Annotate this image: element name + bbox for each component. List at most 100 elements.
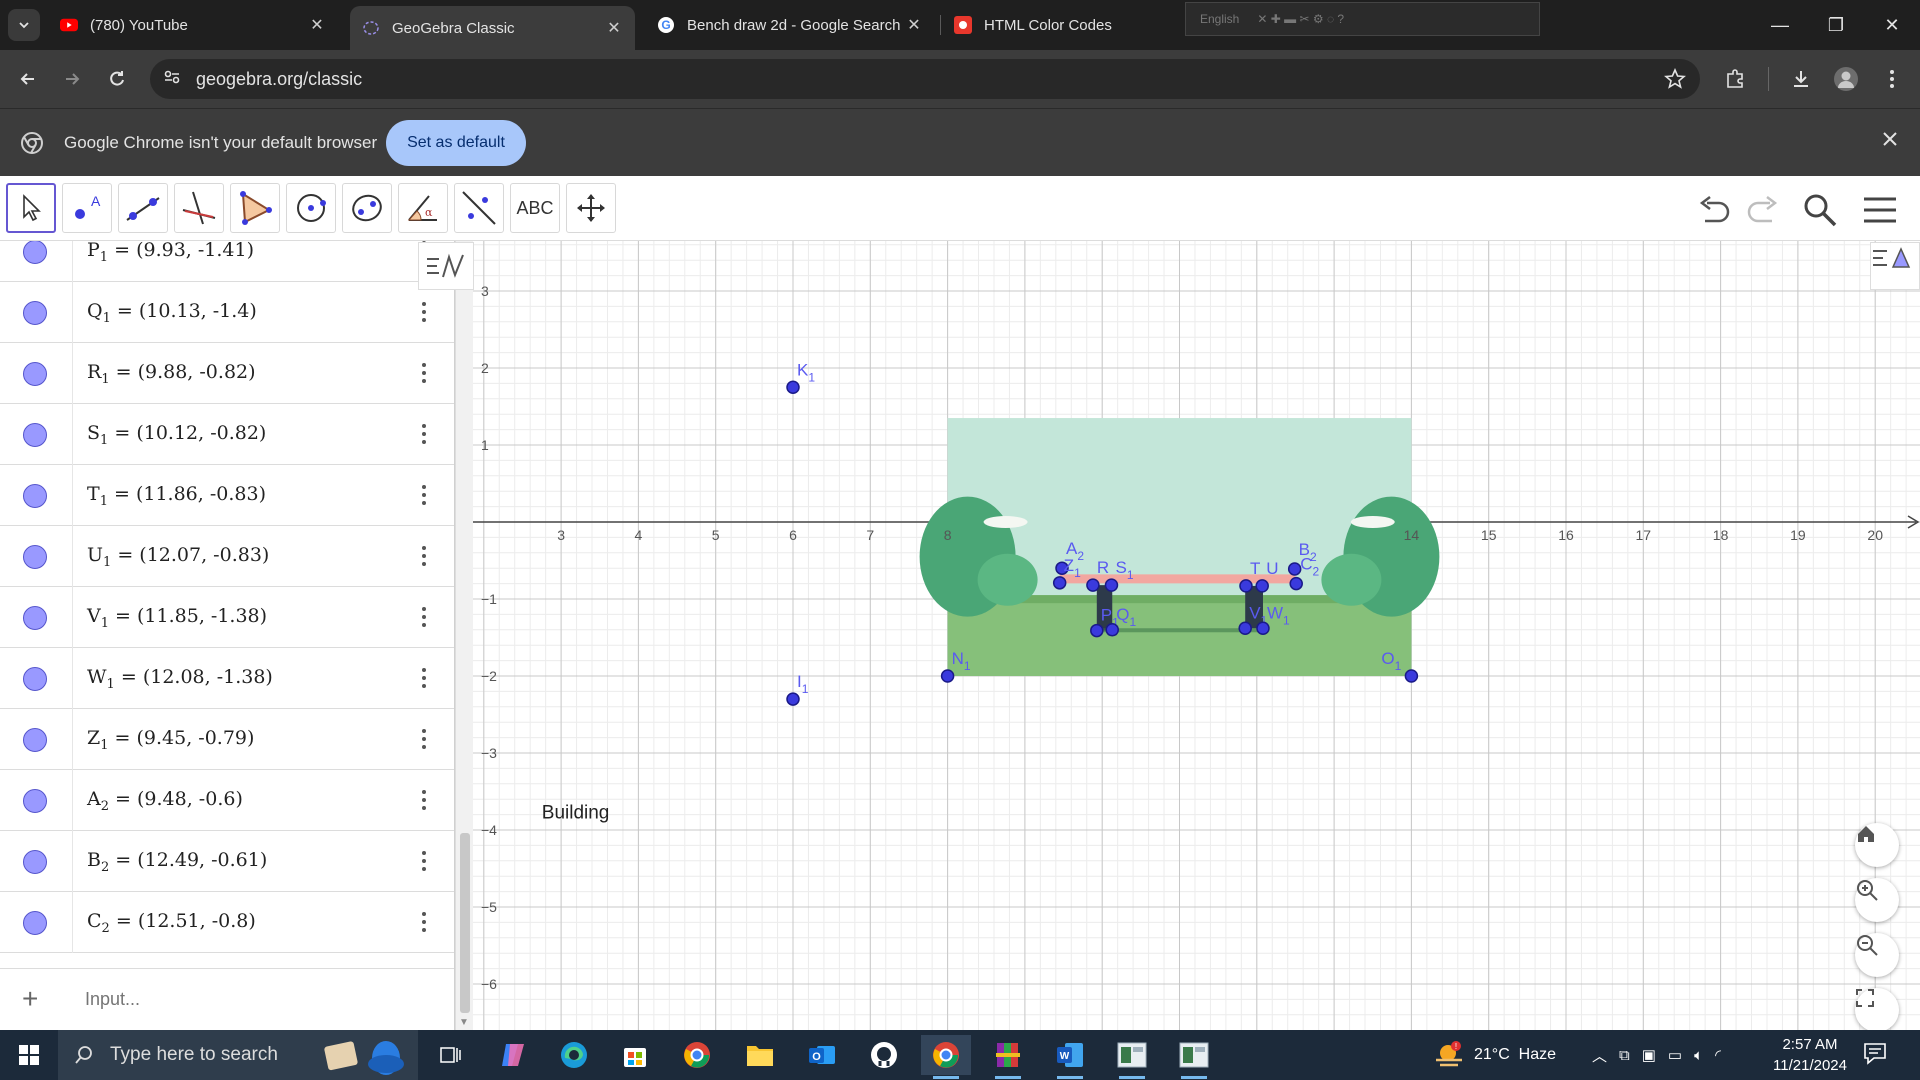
geometry-point[interactable] [1090, 623, 1104, 638]
algebra-input-field[interactable] [85, 989, 425, 1010]
winrar-button[interactable] [983, 1035, 1033, 1079]
geometry-point[interactable] [1104, 578, 1119, 592]
algebra-expression[interactable]: Q1 = (10.13, -1.4) [87, 300, 257, 326]
algebra-row[interactable]: Q1 = (10.13, -1.4) [0, 282, 454, 343]
task-view-button[interactable] [425, 1035, 475, 1075]
geometry-point[interactable] [1238, 621, 1252, 636]
algebra-expression[interactable]: T1 = (11.86, -0.83) [87, 483, 266, 509]
network-icon[interactable]: ▣ [1642, 1046, 1656, 1064]
word-button[interactable]: W [1045, 1035, 1095, 1079]
chevron-up-icon[interactable]: ︿ [1592, 1045, 1607, 1066]
more-options-icon[interactable] [412, 483, 436, 507]
angle-tool-button[interactable]: α [398, 183, 448, 233]
taskbar-clock[interactable]: 2:57 AM 11/21/2024 [1765, 1034, 1855, 1076]
tab-google-search[interactable]: G Bench draw 2d - Google Search ✕ [645, 6, 935, 44]
algebra-row[interactable]: C2 = (12.51, -0.8) [0, 892, 454, 953]
close-icon[interactable]: ✕ [605, 19, 623, 37]
algebra-expression[interactable]: Z1 = (9.45, -0.79) [87, 727, 254, 753]
algebra-expression[interactable]: V1 = (11.85, -1.38) [87, 605, 267, 631]
tab-html-color-codes[interactable]: HTML Color Codes [942, 6, 1182, 44]
text-tool-button[interactable]: ABC [510, 183, 560, 233]
visibility-toggle[interactable] [23, 911, 47, 935]
bookmark-star-icon[interactable] [1664, 67, 1686, 95]
geometry-point[interactable] [1289, 576, 1303, 591]
geometry-point[interactable] [786, 692, 800, 706]
chrome-menu-button[interactable] [1876, 63, 1908, 95]
algebra-expression[interactable]: A2 = (9.48, -0.6) [87, 788, 243, 814]
back-button[interactable] [12, 63, 44, 95]
circle-tool-button[interactable] [286, 183, 336, 233]
algebra-expression[interactable]: C2 = (12.51, -0.8) [87, 910, 256, 936]
algebra-row[interactable]: V1 = (11.85, -1.38) [0, 587, 454, 648]
visibility-toggle[interactable] [23, 667, 47, 691]
geometry-point[interactable] [1404, 669, 1419, 683]
zoom-in-button[interactable] [1855, 878, 1899, 922]
more-options-icon[interactable] [412, 300, 436, 324]
algebra-row[interactable]: Z1 = (9.45, -0.79) [0, 709, 454, 770]
visibility-toggle[interactable] [23, 789, 47, 813]
graphics-style-bar-button[interactable] [1870, 242, 1920, 290]
algebra-row[interactable]: R1 = (9.88, -0.82) [0, 343, 454, 404]
geometry-point[interactable] [1086, 578, 1100, 592]
algebra-expression[interactable]: S1 = (10.12, -0.82) [87, 422, 266, 448]
site-info-icon[interactable] [162, 67, 182, 92]
chrome-pinned-button[interactable] [672, 1035, 722, 1075]
algebra-input-row[interactable]: + [0, 968, 454, 1030]
file-explorer-button[interactable] [735, 1035, 785, 1075]
taskbar-search-box[interactable]: Type here to search [58, 1030, 418, 1080]
extensions-button[interactable] [1719, 63, 1751, 95]
line-tool-button[interactable] [118, 183, 168, 233]
downloads-button[interactable] [1785, 63, 1817, 95]
reload-button[interactable] [101, 63, 133, 95]
geometry-point[interactable] [1256, 621, 1270, 636]
visibility-toggle[interactable] [23, 545, 47, 569]
outlook-button[interactable]: O [797, 1035, 847, 1075]
system-tray-icons[interactable]: ︿ ⧉ ▣ ▭ 🔈︎ ◜ [1592, 1030, 1721, 1080]
move-tool-button[interactable] [6, 183, 56, 233]
tab-youtube[interactable]: (780) YouTube ✕ [48, 6, 338, 44]
start-button[interactable] [0, 1030, 58, 1080]
meet-now-icon[interactable]: ⧉ [1619, 1047, 1630, 1064]
algebra-row[interactable]: U1 = (12.07, -0.83) [0, 526, 454, 587]
geometry-point[interactable] [1052, 576, 1067, 590]
zoom-out-button[interactable] [1855, 933, 1899, 977]
more-options-icon[interactable] [412, 849, 436, 873]
address-bar[interactable]: geogebra.org/classic [150, 59, 1700, 99]
chrome-running-button[interactable] [921, 1035, 971, 1079]
close-icon[interactable]: ✕ [905, 16, 923, 34]
graphics-view[interactable]: 3 2 1 −1 −2 −3 −4 −5 −6 3 4 5 6 7 8 14 15 16 17 18 19 20 Build… [473, 241, 1920, 1030]
fullscreen-button[interactable] [1855, 988, 1899, 1030]
polygon-tool-button[interactable] [230, 183, 280, 233]
close-icon[interactable] [1882, 131, 1898, 152]
forward-button[interactable] [56, 63, 88, 95]
main-menu-button[interactable] [1860, 190, 1900, 230]
more-options-icon[interactable] [412, 544, 436, 568]
geometry-point[interactable] [940, 669, 955, 683]
algebra-row[interactable]: A2 = (9.48, -0.6) [0, 770, 454, 831]
graphics-canvas[interactable]: 3 2 1 −1 −2 −3 −4 −5 −6 3 4 5 6 7 8 14 15 16 17 18 19 20 Build… [473, 241, 1920, 1030]
scrollbar-thumb[interactable] [460, 833, 470, 1013]
notification-center-icon[interactable] [1862, 1040, 1888, 1071]
geometry-point[interactable] [1255, 579, 1269, 593]
move-graphics-tool-button[interactable] [566, 183, 616, 233]
ellipse-tool-button[interactable] [342, 183, 392, 233]
geometry-point[interactable] [1287, 562, 1302, 576]
algebra-row[interactable]: S1 = (10.12, -0.82) [0, 404, 454, 465]
home-button[interactable] [1855, 823, 1899, 867]
wifi-icon[interactable]: ◜ [1715, 1046, 1721, 1064]
github-button[interactable] [859, 1035, 909, 1075]
language-bar[interactable]: English ✕ ✚ ▬ ✂ ⚙ ◌ ? [1185, 2, 1540, 36]
close-window-button[interactable]: ✕ [1864, 0, 1920, 50]
algebra-style-bar-button[interactable] [418, 242, 474, 290]
redo-button[interactable] [1742, 190, 1782, 230]
restore-button[interactable]: ❐ [1808, 0, 1864, 50]
scroll-down-arrow-icon[interactable]: ▼ [459, 1017, 469, 1028]
visibility-toggle[interactable] [23, 241, 47, 264]
algebra-row[interactable]: B2 = (12.49, -0.61) [0, 831, 454, 892]
algebra-expression[interactable]: R1 = (9.88, -0.82) [87, 361, 256, 387]
algebra-expression[interactable]: U1 = (12.07, -0.83) [87, 544, 269, 570]
profile-avatar[interactable] [1830, 63, 1862, 95]
algebra-expression[interactable]: P1 = (9.93, -1.41) [87, 241, 254, 265]
algebra-row[interactable]: W1 = (12.08, -1.38) [0, 648, 454, 709]
geometry-point[interactable] [1105, 623, 1119, 637]
